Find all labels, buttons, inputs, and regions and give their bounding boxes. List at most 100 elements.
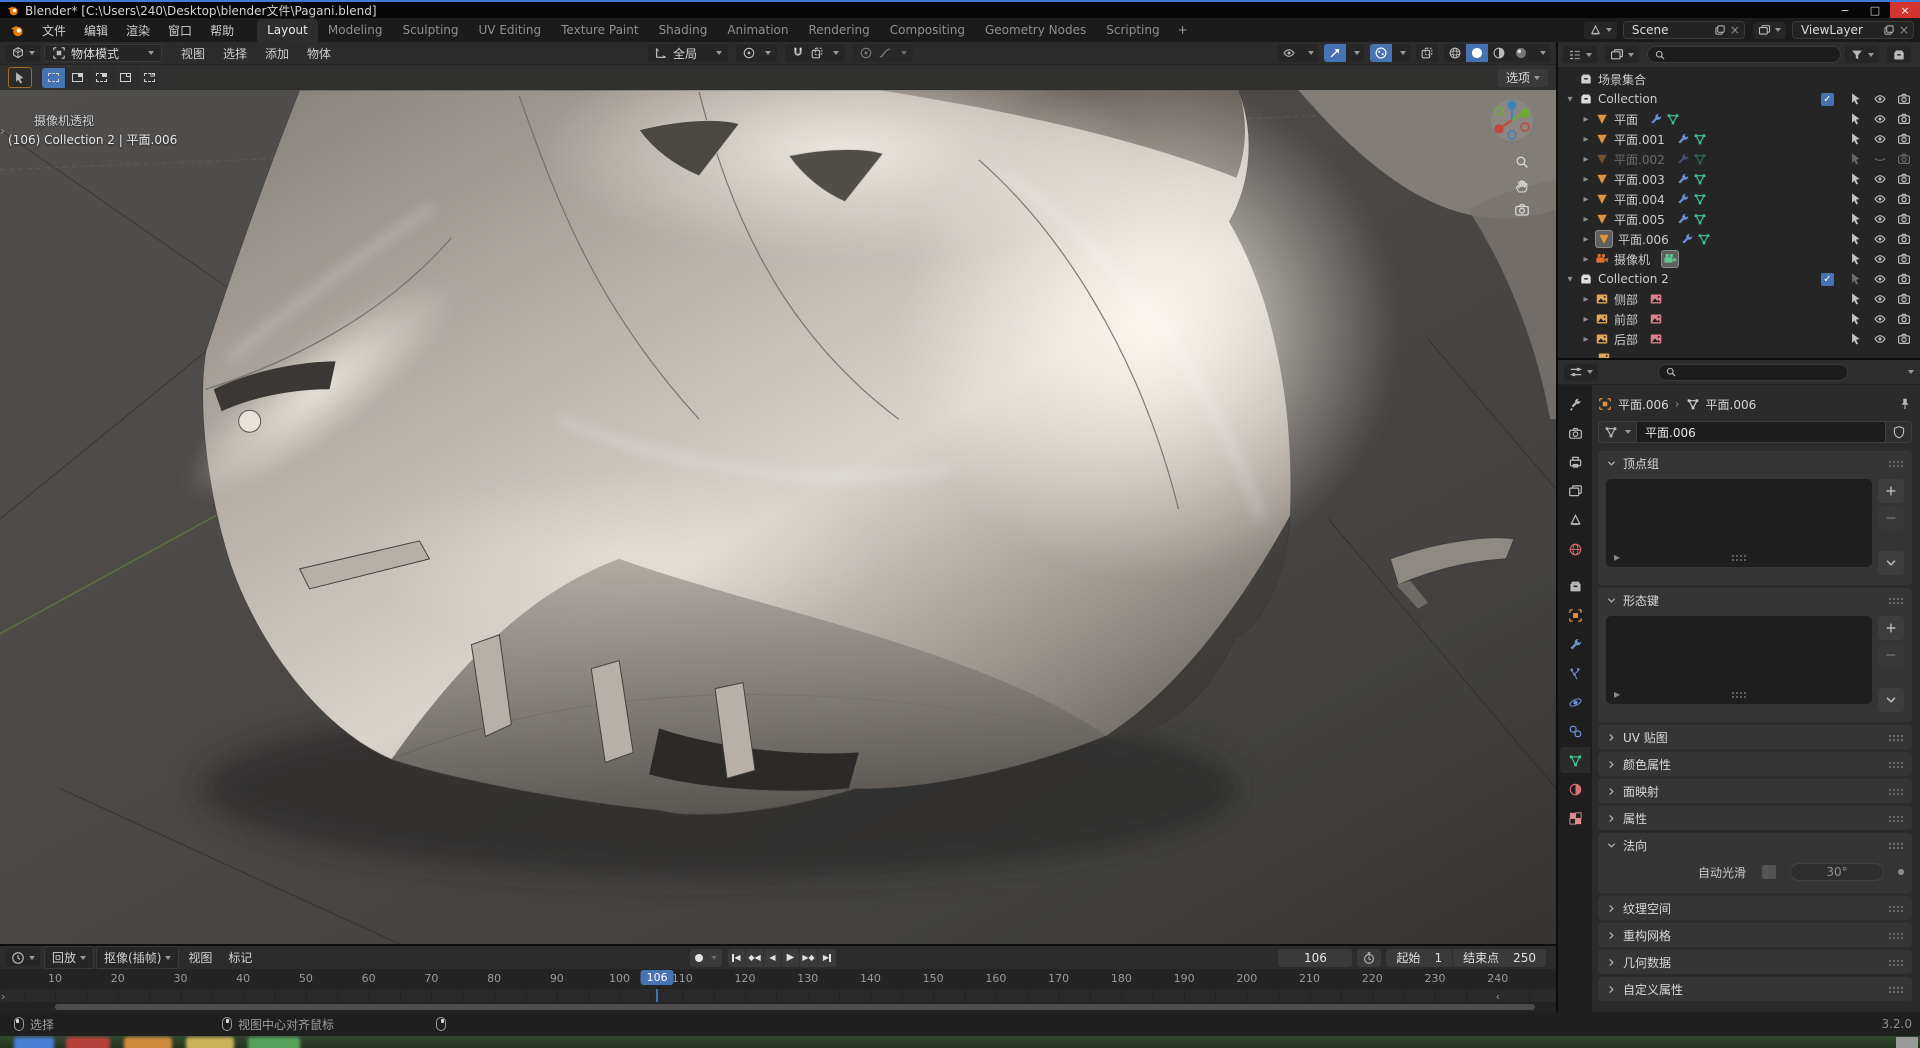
- expand-caret[interactable]: ▸: [1580, 314, 1592, 325]
- add-item-button[interactable]: [1878, 479, 1904, 503]
- workspace-tab-animation[interactable]: Animation: [717, 19, 798, 42]
- disable-in-renders-toggle[interactable]: [1893, 332, 1914, 346]
- disable-in-renders-toggle[interactable]: [1893, 132, 1914, 146]
- selectable-toggle[interactable]: [1845, 172, 1866, 186]
- panel-header-颜色属性[interactable]: 颜色属性: [1598, 752, 1912, 776]
- properties-tab-render[interactable]: [1560, 420, 1590, 446]
- outliner-row-前部[interactable]: ▸ 前部: [1558, 309, 1920, 329]
- outliner-search-input[interactable]: [1647, 46, 1841, 63]
- panel-header-重构网格[interactable]: 重构网格: [1598, 923, 1912, 947]
- panel-header-UV 贴图[interactable]: UV 贴图: [1598, 725, 1912, 749]
- add-workspace-button[interactable]: +: [1170, 20, 1196, 40]
- viewport-menu-添加[interactable]: 添加: [256, 42, 298, 65]
- play-button[interactable]: ▶: [782, 948, 800, 967]
- expand-caret[interactable]: ▸: [1580, 214, 1592, 225]
- hide-in-viewport-toggle[interactable]: [1869, 172, 1890, 186]
- hide-in-viewport-toggle[interactable]: [1869, 292, 1890, 306]
- properties-tab-constraints[interactable]: [1560, 718, 1590, 744]
- properties-tab-texture[interactable]: [1560, 805, 1590, 831]
- menu-文件[interactable]: 文件: [33, 19, 75, 42]
- selectable-toggle[interactable]: [1845, 132, 1866, 146]
- properties-tab-modifiers[interactable]: [1560, 631, 1590, 657]
- properties-editor-type-button[interactable]: [1564, 363, 1598, 381]
- properties-filter-dropdown[interactable]: [1908, 370, 1914, 374]
- previous-keyframe-button[interactable]: ◆◀: [746, 948, 764, 967]
- expand-caret[interactable]: ▸: [1580, 194, 1592, 205]
- selectable-toggle[interactable]: [1845, 292, 1866, 306]
- expand-caret[interactable]: ▸: [1580, 114, 1592, 125]
- shading-rendered-button[interactable]: [1510, 44, 1532, 62]
- select-extend-button[interactable]: [66, 67, 89, 88]
- options-dropdown[interactable]: 选项: [1497, 68, 1548, 87]
- zoom-tool-icon[interactable]: [1514, 154, 1530, 170]
- select-subtract-button[interactable]: [90, 67, 113, 88]
- expand-caret[interactable]: ▾: [1564, 274, 1576, 285]
- properties-tab-object[interactable]: [1560, 602, 1590, 628]
- 形态键-list[interactable]: ▸: [1606, 616, 1872, 704]
- animate-property-dot[interactable]: [1898, 869, 1904, 875]
- specials-menu-button[interactable]: [1878, 688, 1904, 712]
- preview-range-button[interactable]: [1357, 948, 1382, 967]
- workspace-tab-sculpting[interactable]: Sculpting: [392, 19, 468, 42]
- viewport-menu-视图[interactable]: 视图: [172, 42, 214, 65]
- viewport-menu-选择[interactable]: 选择: [214, 42, 256, 65]
- menu-帮助[interactable]: 帮助: [201, 19, 243, 42]
- expand-caret[interactable]: ▸: [1580, 174, 1592, 185]
- disable-in-renders-toggle[interactable]: [1893, 272, 1914, 286]
- xray-toggle[interactable]: [1416, 44, 1438, 62]
- hide-in-viewport-toggle[interactable]: [1869, 152, 1890, 166]
- menu-渲染[interactable]: 渲染: [117, 19, 159, 42]
- timeline-ruler[interactable]: 106 10 20 30 40 50 60 70 80 90 100 110 120 130 140 150…: [0, 969, 1556, 989]
- hide-in-viewport-toggle[interactable]: [1869, 312, 1890, 326]
- viewlayer-selector[interactable]: ViewLayer ×: [1791, 21, 1914, 39]
- hide-in-viewport-toggle[interactable]: [1869, 232, 1890, 246]
- remove-viewlayer-button[interactable]: ×: [1899, 23, 1909, 37]
- expand-caret[interactable]: ▸: [1580, 334, 1592, 345]
- outliner-row-摄像机[interactable]: ▸ 摄像机: [1558, 249, 1920, 269]
- panel-header-顶点组[interactable]: 顶点组: [1598, 451, 1912, 475]
- disable-in-renders-toggle[interactable]: [1893, 212, 1914, 226]
- hide-in-viewport-toggle[interactable]: [1869, 332, 1890, 346]
- properties-tab-collection[interactable]: [1560, 573, 1590, 599]
- outliner-row-平面.001[interactable]: ▸ 平面.001: [1558, 129, 1920, 149]
- shading-solid-button[interactable]: [1466, 44, 1488, 62]
- selectable-toggle[interactable]: [1845, 192, 1866, 206]
- outliner-row-侧部[interactable]: ▸ 侧部: [1558, 289, 1920, 309]
- panel-grip[interactable]: [1888, 958, 1904, 966]
- shading-wireframe-button[interactable]: [1444, 44, 1466, 62]
- outliner-filter-button[interactable]: [1845, 46, 1879, 63]
- expand-caret[interactable]: ▸: [1580, 254, 1592, 265]
- playhead[interactable]: [656, 989, 659, 1002]
- properties-tab-material[interactable]: [1560, 776, 1590, 802]
- outliner-row-Collection 2[interactable]: ▾ Collection 2 ✓: [1558, 269, 1920, 289]
- outliner-row-平面.002[interactable]: ▸ 平面.002: [1558, 149, 1920, 169]
- properties-tab-tool[interactable]: [1560, 391, 1590, 417]
- new-scene-icon[interactable]: [1714, 24, 1726, 36]
- scene-browse-button[interactable]: [1583, 21, 1617, 39]
- disable-in-renders-toggle[interactable]: [1893, 292, 1914, 306]
- expand-caret[interactable]: ▸: [1580, 134, 1592, 145]
- toolbar-expand-arrow[interactable]: ›: [0, 124, 5, 138]
- panel-grip[interactable]: [1888, 931, 1904, 939]
- fake-user-button[interactable]: [1886, 421, 1912, 443]
- selectable-toggle[interactable]: [1845, 252, 1866, 266]
- outliner-row-平面[interactable]: ▸ 平面: [1558, 109, 1920, 129]
- properties-tab-scene[interactable]: [1560, 507, 1590, 533]
- disable-in-renders-toggle[interactable]: [1893, 232, 1914, 246]
- properties-search-input[interactable]: [1658, 363, 1848, 381]
- maximize-button[interactable]: □: [1860, 2, 1890, 18]
- mesh-datablock-dropdown[interactable]: [1598, 421, 1636, 443]
- timeline-menu-抠像(插帧)[interactable]: 抠像(插帧): [96, 946, 180, 969]
- disable-in-renders-toggle[interactable]: [1893, 172, 1914, 186]
- properties-tab-world[interactable]: [1560, 536, 1590, 562]
- close-button[interactable]: ×: [1890, 2, 1920, 18]
- jump-to-end-button[interactable]: ▶: [818, 949, 836, 967]
- panel-header-面映射[interactable]: 面映射: [1598, 779, 1912, 803]
- list-resize-grip[interactable]: [1731, 553, 1747, 561]
- outliner-row-场景集合[interactable]: 场景集合: [1558, 69, 1920, 89]
- timeline-menu-回放[interactable]: 回放: [44, 946, 95, 969]
- timeline-editor-type-button[interactable]: [6, 949, 40, 966]
- minimize-button[interactable]: −: [1830, 2, 1860, 18]
- workspace-tab-layout[interactable]: Layout: [257, 19, 318, 42]
- active-tool-button[interactable]: [8, 67, 32, 88]
